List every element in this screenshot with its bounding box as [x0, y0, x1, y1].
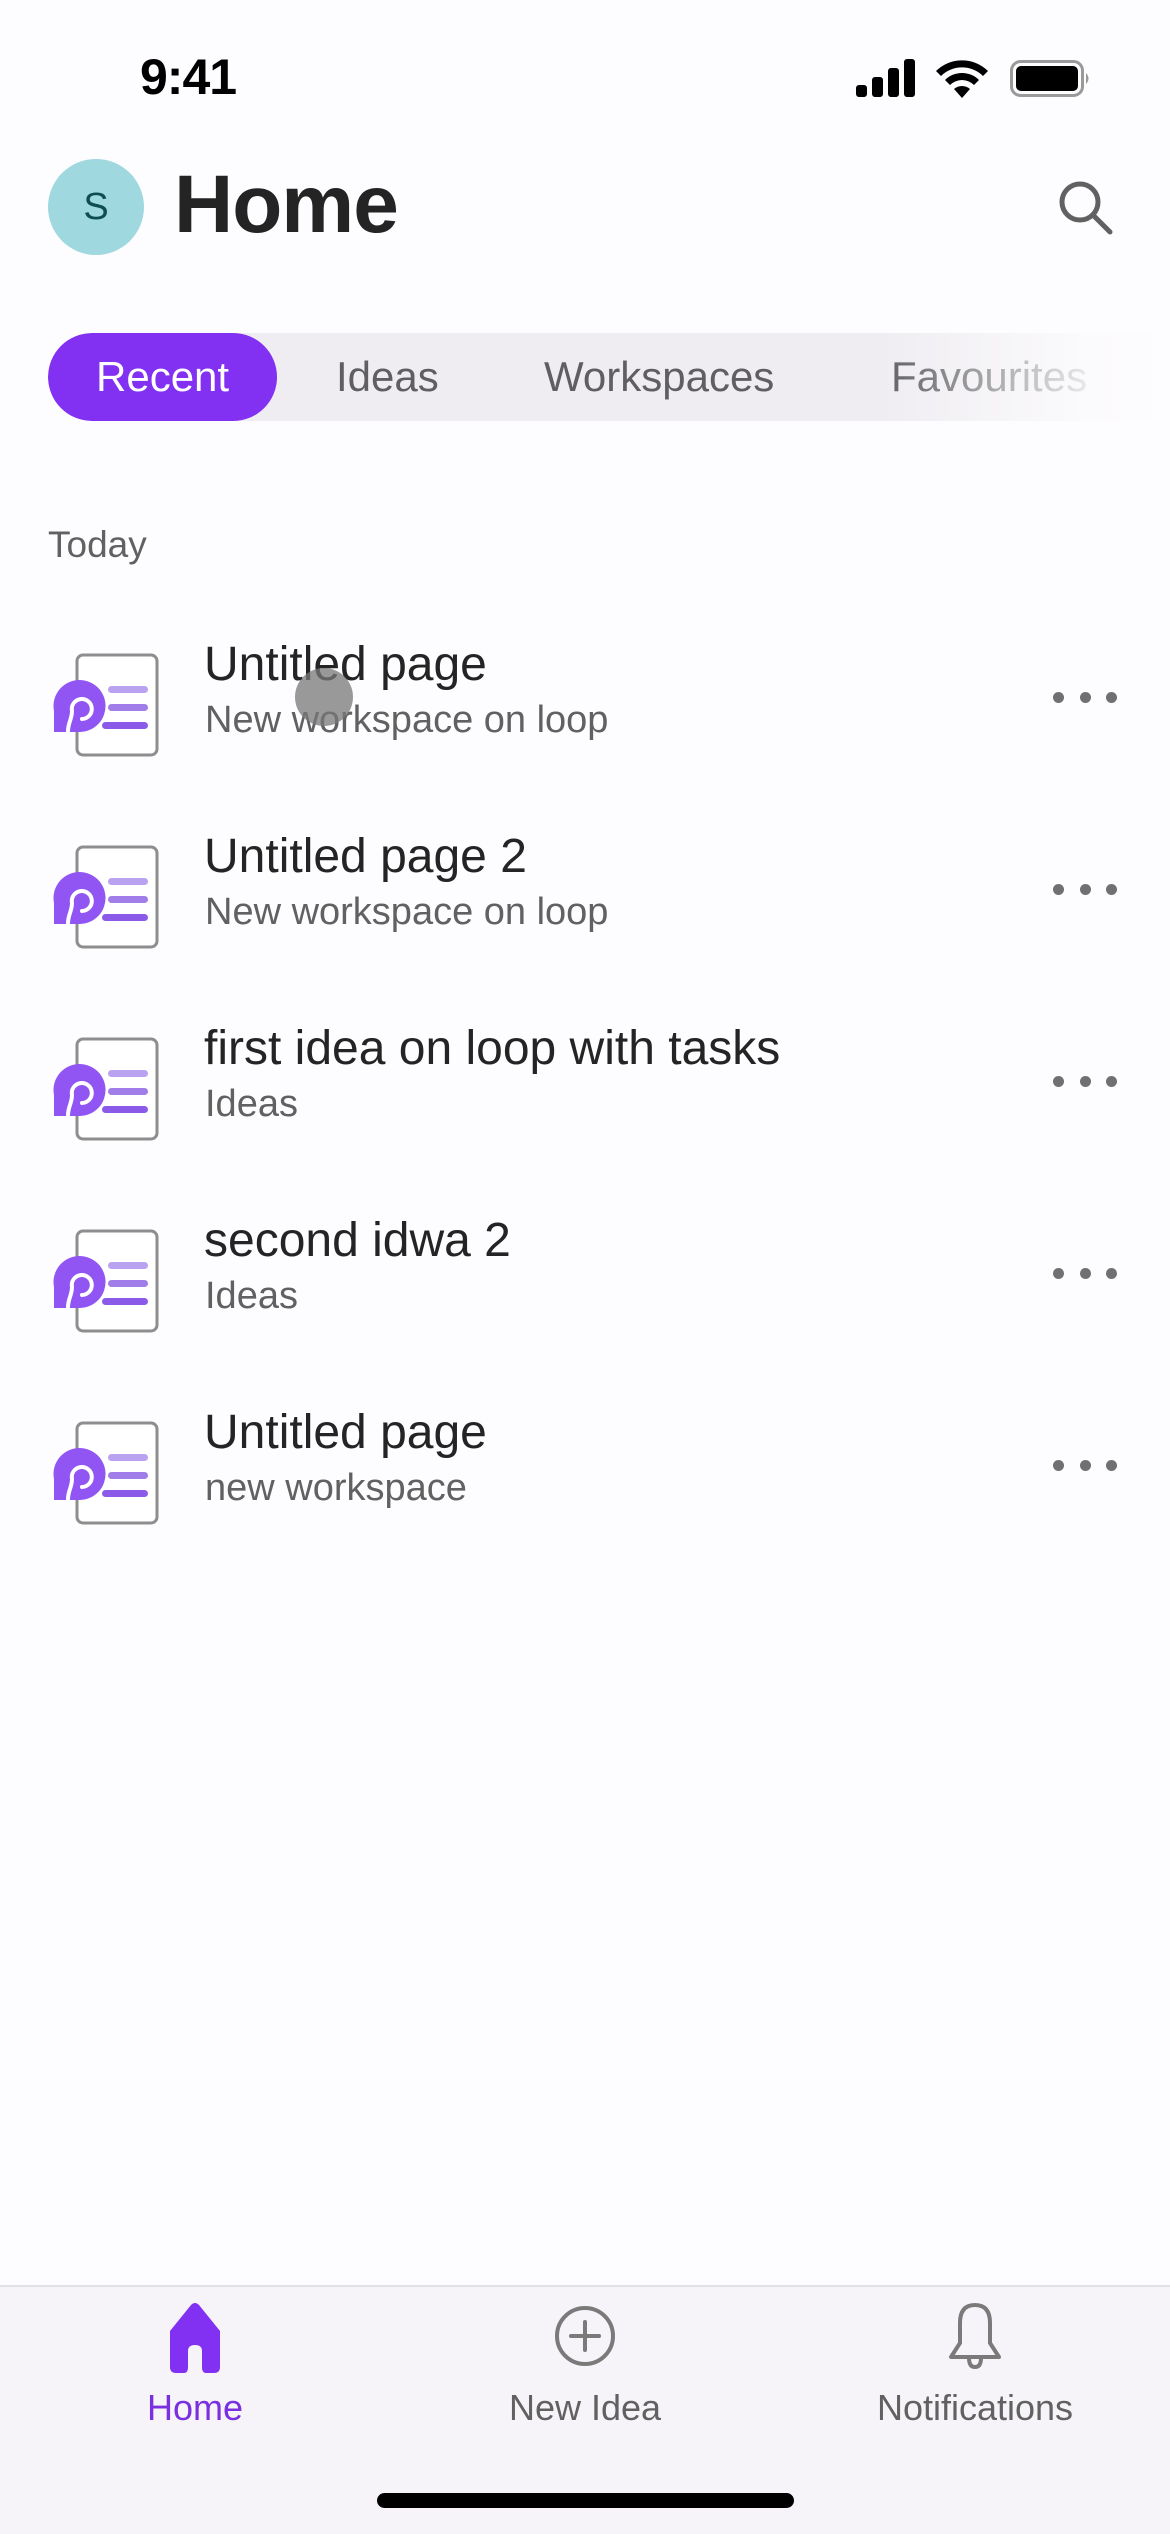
more-dot: [1053, 1267, 1064, 1279]
list-item[interactable]: first idea on loop with tasks Ideas: [0, 1022, 1170, 1273]
tab-recent[interactable]: Recent: [48, 333, 278, 421]
loop-page-icon: [53, 1421, 159, 1525]
page-title: Home: [174, 159, 399, 250]
nav-home[interactable]: Home: [45, 2301, 345, 2429]
touch-indicator: [295, 668, 353, 726]
item-subtitle: New workspace on loop: [205, 699, 609, 741]
nav-home-label: Home: [146, 2387, 244, 2428]
item-title: Untitled page 2: [204, 830, 527, 883]
more-dot: [1106, 1459, 1117, 1471]
cellular-signal-icon: [856, 59, 915, 97]
wifi-icon: [936, 60, 988, 98]
more-dot: [1106, 1075, 1117, 1087]
bell-icon: [949, 2303, 1001, 2370]
more-dot: [1053, 883, 1064, 895]
battery-icon: [1010, 60, 1089, 97]
more-dot: [1053, 1459, 1064, 1471]
search-icon: [1059, 181, 1113, 235]
item-subtitle: Ideas: [205, 1275, 298, 1317]
loop-page-icon: [53, 845, 159, 949]
item-subtitle: new workspace: [205, 1467, 467, 1509]
more-dot: [1079, 883, 1091, 895]
more-dot: [1079, 691, 1091, 703]
list-item[interactable]: Untitled page new workspace: [0, 1406, 1170, 1657]
more-dot: [1106, 883, 1117, 895]
loop-page-icon: [53, 1229, 159, 1333]
loop-page-icon: [53, 1037, 159, 1141]
add-circle-icon: [555, 2306, 615, 2366]
item-title: second idwa 2: [204, 1214, 511, 1267]
nav-notifications-label: Notifications: [876, 2387, 1074, 2428]
list-item[interactable]: second idwa 2 Ideas: [0, 1214, 1170, 1465]
more-options-button[interactable]: [1050, 677, 1120, 717]
more-options-button[interactable]: [1050, 1445, 1120, 1485]
more-dot: [1053, 1075, 1064, 1087]
nav-notifications[interactable]: Notifications: [825, 2301, 1125, 2429]
item-subtitle: Ideas: [205, 1083, 298, 1125]
tab-workspaces[interactable]: Workspaces: [544, 333, 774, 421]
more-dot: [1079, 1459, 1091, 1471]
section-header-today: Today: [48, 524, 147, 565]
tab-favourites[interactable]: Favourites: [891, 333, 1087, 421]
more-dot: [1106, 1267, 1117, 1279]
nav-new-idea-label: New Idea: [508, 2387, 662, 2428]
status-time: 9:41: [140, 49, 237, 105]
item-title: first idea on loop with tasks: [204, 1022, 781, 1075]
avatar-initial: S: [83, 185, 109, 228]
search-button[interactable]: [1050, 172, 1120, 242]
item-title: Untitled page: [204, 1406, 487, 1459]
list-item[interactable]: Untitled page New workspace on loop: [0, 638, 1170, 889]
more-options-button[interactable]: [1050, 1061, 1120, 1101]
nav-new-idea[interactable]: New Idea: [435, 2301, 735, 2429]
more-dot: [1106, 691, 1117, 703]
more-dot: [1053, 691, 1064, 703]
more-dot: [1079, 1075, 1091, 1087]
more-options-button[interactable]: [1050, 869, 1120, 909]
item-subtitle: New workspace on loop: [205, 891, 609, 933]
tab-ideas[interactable]: Ideas: [336, 333, 439, 421]
home-indicator: [377, 2493, 794, 2508]
more-dot: [1079, 1267, 1091, 1279]
home-icon: [170, 2303, 220, 2373]
more-options-button[interactable]: [1050, 1253, 1120, 1293]
tab-bar: Recent Ideas Workspaces Favourites: [48, 333, 1170, 421]
avatar[interactable]: S: [48, 159, 144, 255]
loop-page-icon: [53, 653, 159, 757]
